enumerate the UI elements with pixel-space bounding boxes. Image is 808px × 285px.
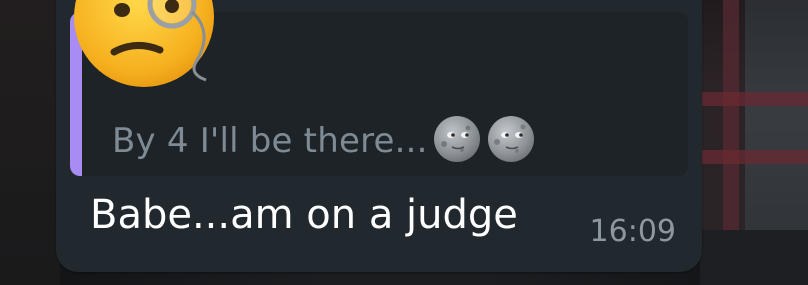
background-bottom-right	[700, 230, 808, 285]
message-text: Babe...am on a judge	[90, 192, 518, 238]
reply-quote-text-row: By 4 I'll be there...	[112, 114, 536, 164]
background-stripe	[700, 92, 808, 106]
new-moon-face-icon	[433, 116, 480, 162]
background-left	[0, 0, 60, 285]
message-timestamp: 16:09	[589, 214, 676, 249]
background-stripe	[700, 150, 808, 164]
confused-face-with-monocle-icon	[74, 0, 214, 87]
chat-screen: By 4 I'll be there... Babe...am on a jud…	[0, 0, 808, 285]
reply-quote-text: By 4 I'll be there...	[112, 121, 428, 161]
full-moon-face-icon	[487, 116, 534, 162]
